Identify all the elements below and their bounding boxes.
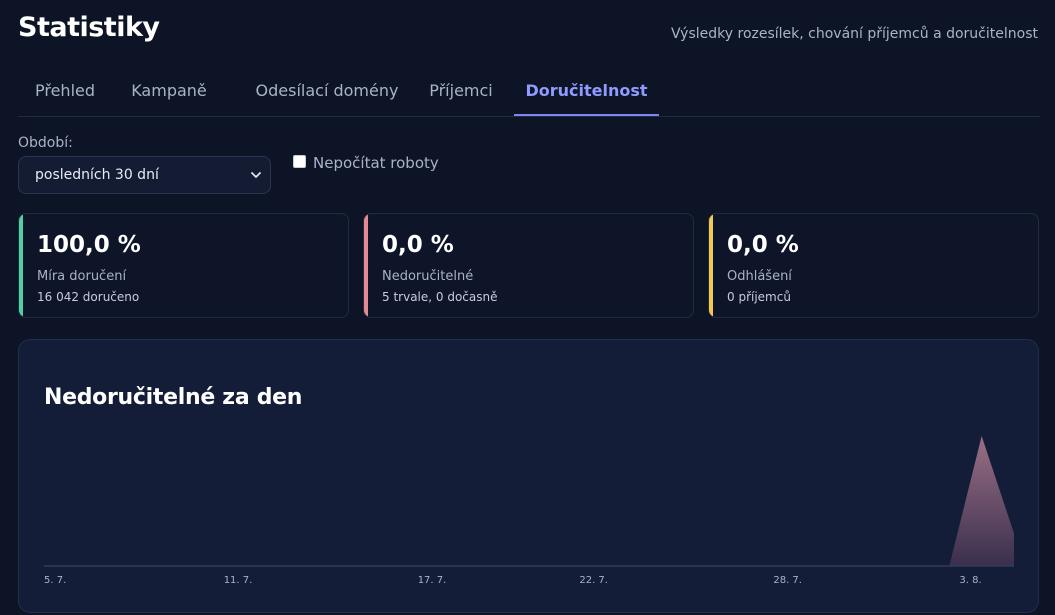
tab-kampane[interactable]: Kampaně [116, 68, 222, 115]
x-tick-label: 3. 8. [959, 575, 981, 586]
chevron-down-icon [251, 172, 261, 178]
delivery-rate-label: Míra doručení [37, 269, 127, 284]
bounce-rate-detail: 5 trvale, 0 dočasně [382, 290, 498, 304]
card-accent [364, 214, 368, 317]
tab-dorucitelnost[interactable]: Doručitelnost [514, 68, 659, 116]
x-tick-label: 22. 7. [579, 575, 608, 586]
x-tick-label: 5. 7. [44, 575, 66, 586]
tab-prijemci[interactable]: Příjemci [418, 68, 504, 115]
tab-odesilaci-domeny[interactable]: Odesílací domény [232, 68, 422, 115]
x-tick-label: 28. 7. [773, 575, 802, 586]
bounce-rate-label: Nedoručitelné [382, 269, 474, 284]
unsubscribe-rate-label: Odhlášení [727, 269, 792, 284]
bounces-area-chart: 5. 7. 11. 7. 17. 7. 22. 7. 28. 7. 3. 8. [44, 436, 1014, 586]
page-title: Statistiky [18, 12, 160, 43]
period-label: Období: [18, 135, 73, 151]
unsubscribe-rate-value: 0,0 % [727, 232, 799, 258]
card-accent [709, 214, 713, 317]
tab-bar: Přehled Kampaně Odesílací domény Příjemc… [18, 68, 1040, 117]
exclude-robots-label[interactable]: Nepočítat roboty [313, 154, 439, 172]
unsubscribe-rate-detail: 0 příjemců [727, 290, 791, 304]
delivery-rate-detail: 16 042 doručeno [37, 290, 140, 304]
delivery-rate-card: 100,0 % Míra doručení 16 042 doručeno [18, 213, 349, 318]
unsubscribe-rate-card: 0,0 % Odhlášení 0 příjemců [708, 213, 1039, 318]
bounces-chart-panel: Nedoručitelné za den 5. 7. 11. 7. 17. 7. 22… [18, 339, 1039, 613]
tab-prehled[interactable]: Přehled [18, 68, 112, 115]
x-tick-label: 17. 7. [418, 575, 447, 586]
x-tick-label: 11. 7. [224, 575, 253, 586]
delivery-rate-value: 100,0 % [37, 232, 141, 258]
bounce-rate-value: 0,0 % [382, 232, 454, 258]
period-select-value: posledních 30 dní [35, 167, 159, 183]
period-select[interactable]: posledních 30 dní [18, 156, 271, 194]
card-accent [19, 214, 23, 317]
page-subtitle: Výsledky rozesílek, chování příjemců a d… [670, 26, 1038, 42]
exclude-robots-checkbox[interactable] [293, 155, 306, 168]
bounce-rate-card: 0,0 % Nedoručitelné 5 trvale, 0 dočasně [363, 213, 694, 318]
bounces-area [44, 436, 1014, 566]
